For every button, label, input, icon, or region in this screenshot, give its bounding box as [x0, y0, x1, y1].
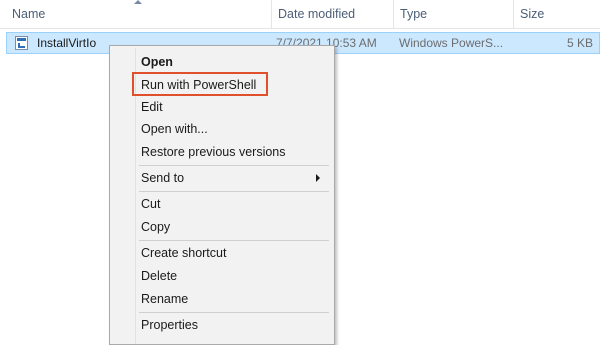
menu-item-send-to[interactable]: Send to [141, 168, 184, 188]
column-header-size[interactable]: Size [514, 0, 600, 28]
menu-item-delete[interactable]: Delete [141, 266, 177, 286]
menu-item-cut[interactable]: Cut [141, 194, 160, 214]
menu-item-copy[interactable]: Copy [141, 217, 170, 237]
menu-item-properties[interactable]: Properties [141, 315, 198, 335]
menu-item-open[interactable]: Open [141, 52, 173, 72]
menu-item-open-with[interactable]: Open with... [141, 119, 208, 139]
column-header-date[interactable]: Date modified [272, 0, 394, 28]
column-header-type[interactable]: Type [394, 0, 514, 28]
menu-separator [139, 165, 329, 166]
menu-item-edit[interactable]: Edit [141, 97, 163, 117]
annotation-highlight-box [132, 72, 268, 96]
menu-separator [139, 191, 329, 192]
menu-item-restore-previous-versions[interactable]: Restore previous versions [141, 142, 286, 162]
file-size: 5 KB [566, 36, 593, 50]
file-name: InstallVirtIo [37, 36, 97, 50]
submenu-arrow-icon [316, 174, 320, 182]
sort-ascending-icon [134, 0, 142, 4]
file-type: Windows PowerS... [399, 36, 504, 50]
menu-item-rename[interactable]: Rename [141, 289, 188, 309]
powershell-script-icon [15, 36, 28, 50]
column-header-bar: Name Date modified Type Size [0, 0, 600, 29]
column-header-name[interactable]: Name [6, 0, 272, 28]
menu-separator [139, 312, 329, 313]
menu-item-create-shortcut[interactable]: Create shortcut [141, 243, 226, 263]
menu-separator [139, 240, 329, 241]
